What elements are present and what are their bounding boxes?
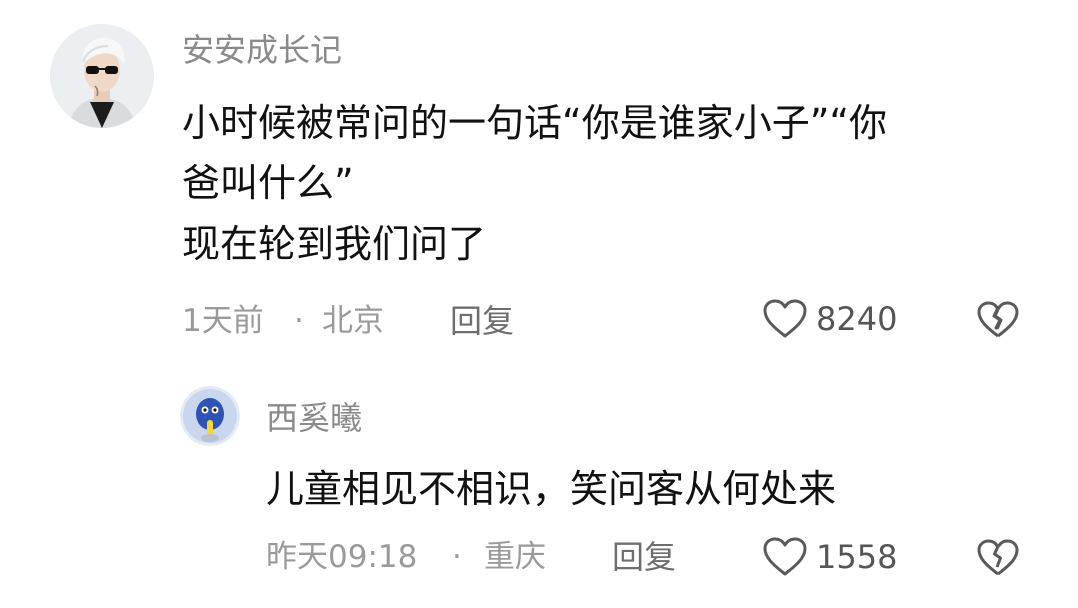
like-button[interactable]: 8240 bbox=[762, 298, 897, 340]
heart-outline-icon bbox=[763, 299, 807, 338]
reply-like-count: 1558 bbox=[816, 538, 898, 576]
user-portrait-icon bbox=[50, 24, 154, 128]
reply-avatar[interactable] bbox=[180, 386, 240, 446]
reply-like-button[interactable]: 1558 bbox=[762, 536, 897, 578]
heart-outline-icon bbox=[763, 537, 807, 576]
comment-text-line-2: 爸叫什么” bbox=[182, 161, 354, 205]
comment-username[interactable]: 安安成长记 bbox=[182, 34, 342, 66]
comment-text-line-3: 现在轮到我们问了 bbox=[182, 222, 487, 266]
broken-heart-icon bbox=[977, 301, 1019, 338]
reply-time: 昨天09:18 bbox=[266, 539, 418, 575]
avatar[interactable] bbox=[50, 24, 154, 128]
meta-separator: · bbox=[294, 303, 304, 339]
reply-user-avatar-icon bbox=[180, 386, 240, 446]
comment-text-line-1: 小时候被常问的一句话“你是谁家小子”“你 bbox=[182, 101, 888, 145]
like-count: 8240 bbox=[816, 300, 898, 338]
reply-username[interactable]: 西奚曦 bbox=[266, 402, 362, 434]
broken-heart-icon bbox=[977, 539, 1019, 576]
comment-time: 1天前 bbox=[182, 303, 264, 339]
dislike-button[interactable] bbox=[976, 300, 1020, 344]
reply-button[interactable]: 回复 bbox=[450, 305, 514, 337]
reply-text: 儿童相见不相识，笑问客从何处来 bbox=[266, 467, 837, 511]
reply-reply-button[interactable]: 回复 bbox=[612, 541, 676, 573]
reply-location: 重庆 bbox=[484, 539, 546, 575]
comment-location: 北京 bbox=[322, 303, 384, 339]
meta-separator: · bbox=[452, 539, 462, 575]
reply-dislike-button[interactable] bbox=[976, 538, 1020, 582]
